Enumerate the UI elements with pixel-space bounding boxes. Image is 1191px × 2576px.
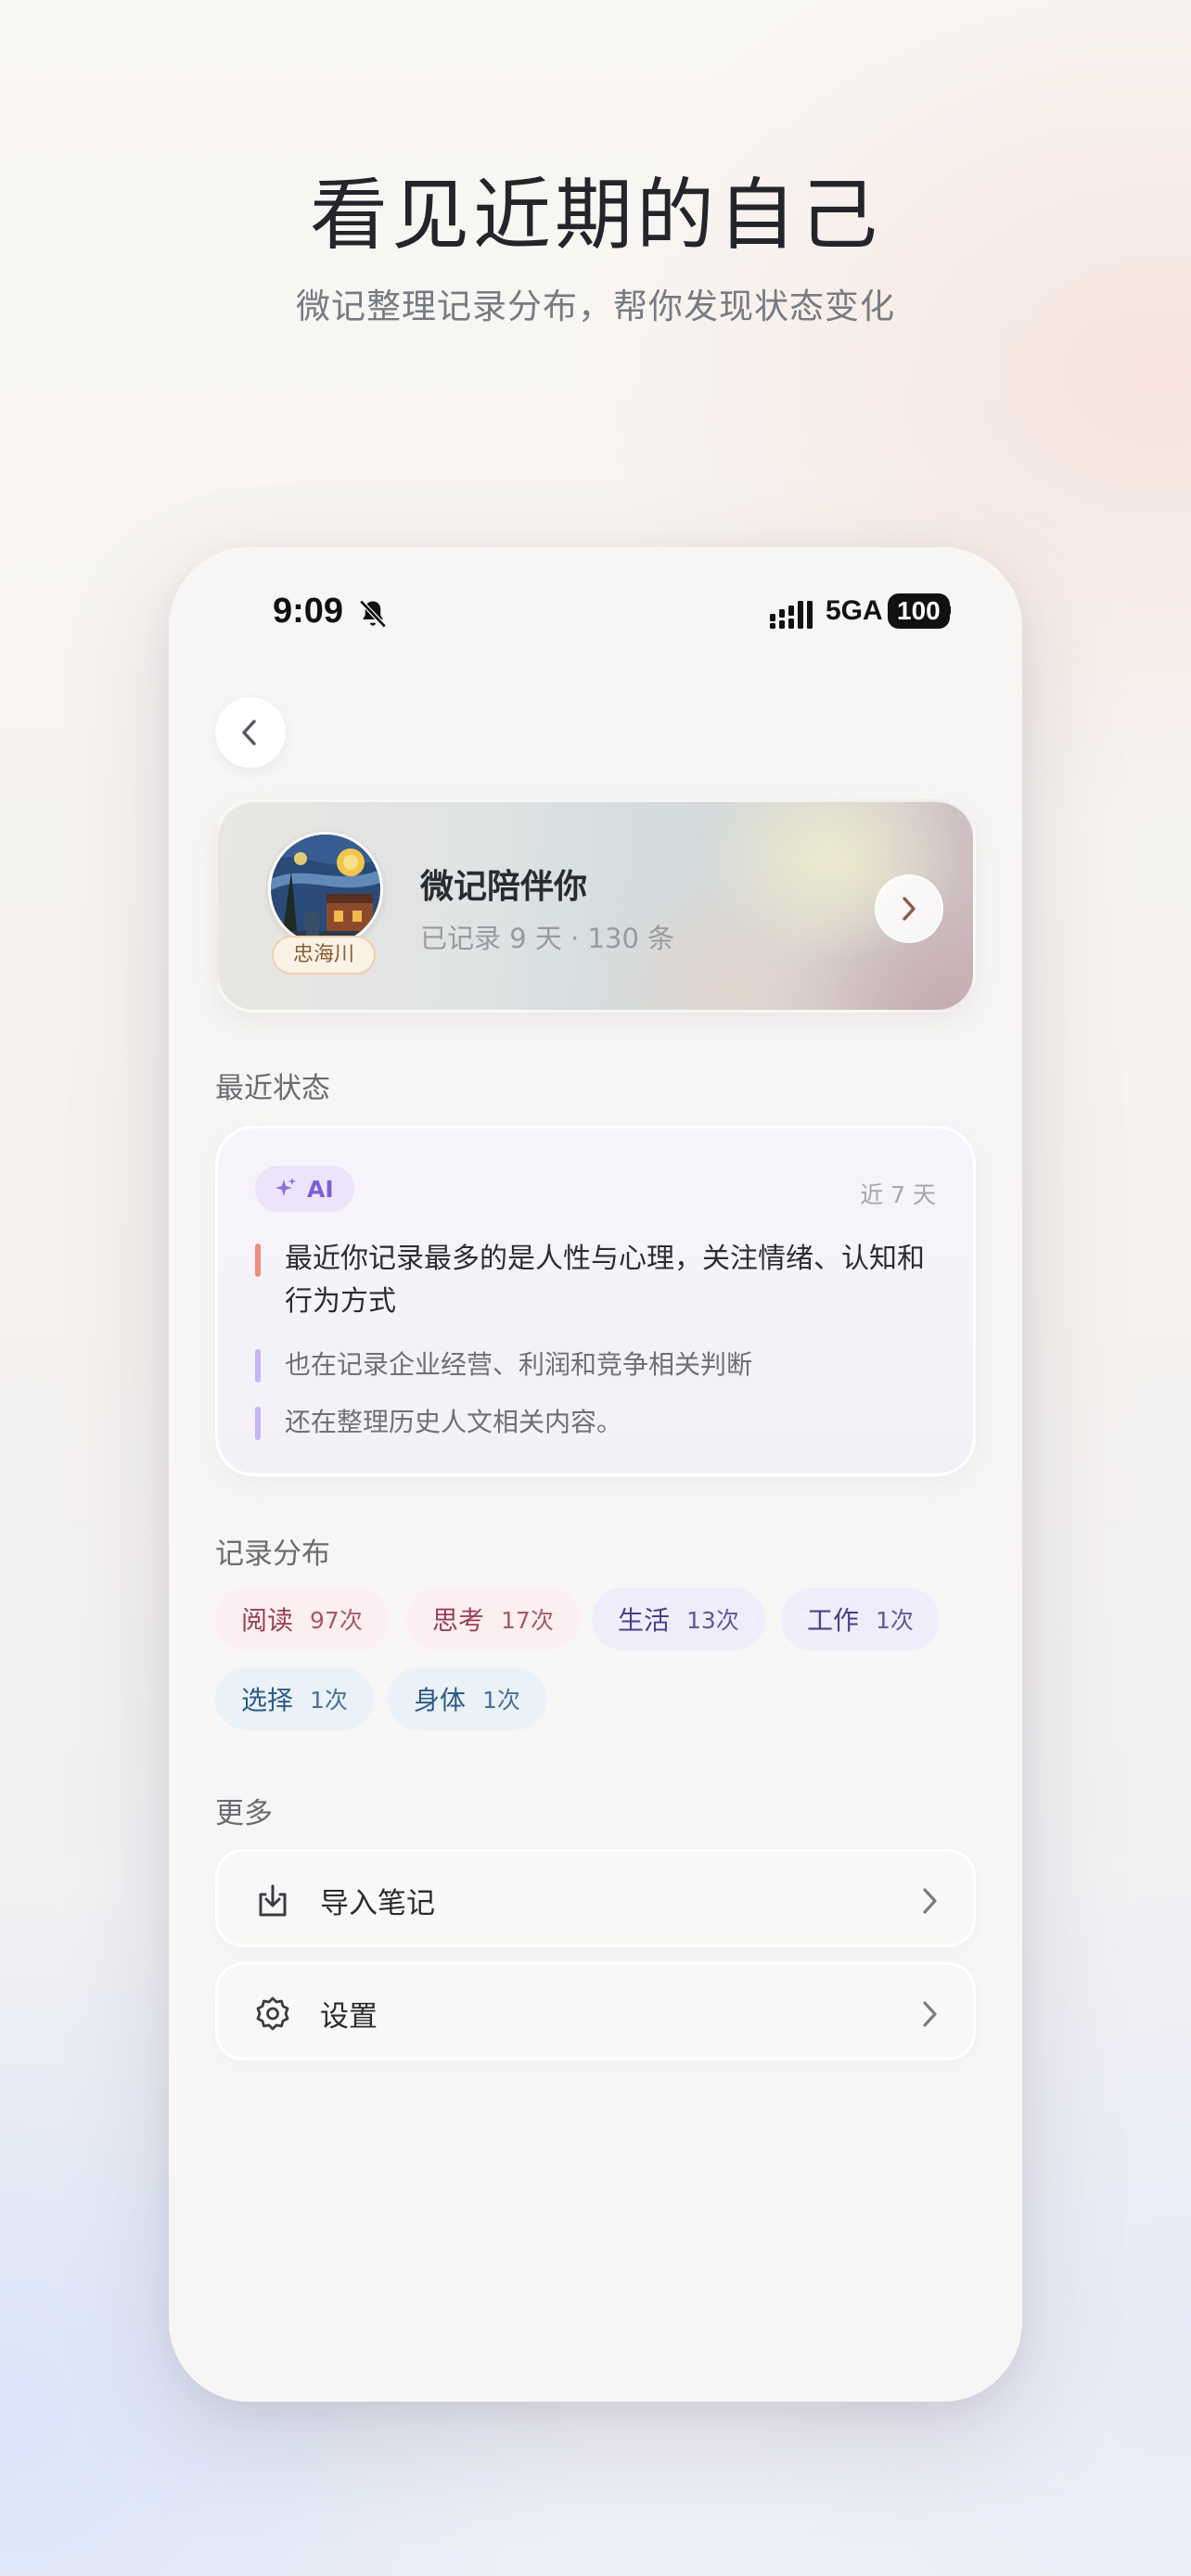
insight-text: 也在记录企业经营、利润和竞争相关判断: [285, 1349, 753, 1380]
chevron-right-icon: [923, 1888, 937, 1914]
network-type: 5GA: [826, 595, 883, 626]
tag-thinking[interactable]: 思考 17次: [406, 1588, 580, 1651]
tag-count: 1次: [876, 1607, 914, 1634]
gear-icon: [256, 1996, 289, 2031]
insight-item: 也在记录企业经营、利润和竞争相关判断: [255, 1344, 941, 1386]
profile-detail-button[interactable]: [875, 874, 943, 943]
tag-count: 1次: [482, 1687, 520, 1714]
tag-name: 选择: [241, 1685, 294, 1715]
tag-name: 生活: [618, 1605, 671, 1636]
tag-count: 1次: [310, 1687, 348, 1714]
section-title-more: 更多: [215, 1797, 273, 1830]
profile-stats: 已记录 9 天 · 130 条: [420, 923, 675, 954]
tag-name: 工作: [807, 1605, 860, 1636]
insight-text: 最近你记录最多的是人性与心理，关注情绪、认知和行为方式: [285, 1243, 925, 1318]
sparkle-icon: [275, 1178, 296, 1196]
profile-name: 微记陪伴你: [420, 868, 588, 906]
avatar[interactable]: [268, 832, 383, 947]
ai-badge: AI: [255, 1166, 354, 1212]
avatar-starry-night-image: [271, 835, 380, 944]
import-notes-row[interactable]: 导入笔记: [215, 1849, 976, 1947]
hero-subtitle: 微记整理记录分布，帮你发现状态变化: [296, 287, 895, 326]
profile-card[interactable]: 忠海川 微记陪伴你 已记录 9 天 · 130 条: [215, 799, 976, 1013]
section-title-distribution: 记录分布: [215, 1537, 330, 1571]
tag-choice[interactable]: 选择 1次: [215, 1667, 374, 1730]
import-notes-label: 导入笔记: [320, 1887, 435, 1920]
tag-name: 身体: [414, 1685, 467, 1715]
battery-tip: [946, 605, 951, 616]
tag-name: 阅读: [241, 1605, 294, 1636]
insight-text: 还在整理历史人文相关内容。: [285, 1407, 623, 1437]
tag-count: 97次: [310, 1607, 363, 1634]
bell-muted-icon: [359, 599, 387, 629]
chevron-right-icon: [903, 897, 916, 921]
back-button[interactable]: [215, 697, 286, 768]
ai-period: 近 7 天: [860, 1181, 936, 1208]
tag-count: 13次: [686, 1607, 739, 1634]
insight-bar: [255, 1407, 261, 1440]
avatar-name-badge: 忠海川: [272, 936, 376, 975]
status-time: 9:09: [273, 592, 344, 631]
settings-label: 设置: [320, 2000, 378, 2034]
tag-count: 17次: [501, 1607, 554, 1634]
battery-level: 100: [888, 593, 950, 629]
tag-name: 思考: [432, 1605, 485, 1636]
section-title-recent-status: 最近状态: [215, 1072, 330, 1105]
settings-row[interactable]: 设置: [215, 1962, 976, 2060]
hero-title: 看见近期的自己: [309, 170, 881, 261]
insight-bar: [255, 1349, 261, 1383]
import-icon: [259, 1884, 287, 1917]
status-bar: 9:09 5GA 100: [169, 592, 1022, 647]
ai-label: AI: [307, 1175, 334, 1203]
chevron-left-icon: [242, 720, 256, 746]
tag-work[interactable]: 工作 1次: [781, 1588, 940, 1651]
insight-bar: [255, 1243, 261, 1277]
tag-life[interactable]: 生活 13次: [592, 1588, 765, 1651]
insight-item: 最近你记录最多的是人性与心理，关注情绪、认知和行为方式: [255, 1238, 941, 1323]
ai-summary-card: AI 近 7 天 最近你记录最多的是人性与心理，关注情绪、认知和行为方式 也在记…: [215, 1126, 976, 1476]
phone-frame: 9:09 5GA 100 忠海川 微记陪伴你 已记录 9 天 · 130 条 最…: [169, 547, 1022, 2402]
signal-icon: [770, 601, 813, 629]
chevron-right-icon: [923, 2001, 937, 2027]
tag-reading[interactable]: 阅读 97次: [215, 1588, 389, 1651]
tag-body[interactable]: 身体 1次: [388, 1667, 546, 1730]
insight-item: 还在整理历史人文相关内容。: [255, 1401, 941, 1444]
